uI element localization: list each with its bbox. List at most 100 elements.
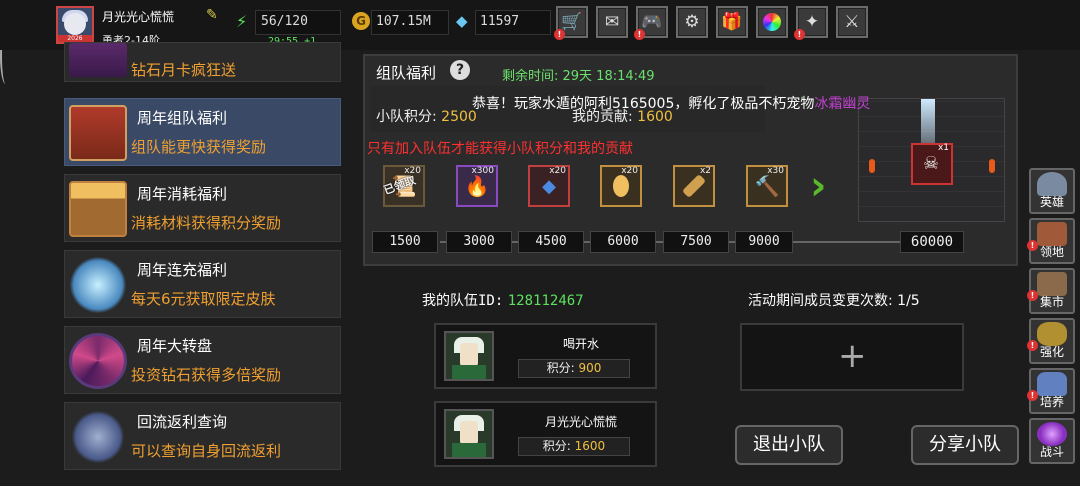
energy-box: 56/120 [255, 10, 341, 35]
mail-button[interactable]: ✉ [596, 6, 628, 38]
help-icon[interactable]: ? [450, 60, 470, 80]
rightbar-item-hero[interactable]: 英雄 [1029, 168, 1075, 214]
member-score-value: 1600 [574, 439, 606, 453]
member-score-label: 积分: [546, 361, 575, 375]
team-id-label: 我的队伍ID: [422, 293, 504, 309]
gems-value: 11597 [480, 14, 520, 29]
menu-item-subtitle: 组队能更快获得奖励 [131, 138, 267, 156]
edit-icon[interactable]: ✎ [206, 7, 222, 23]
menu-item-diamond-card[interactable]: 钻石月卡疯狂送 [64, 42, 341, 82]
alert-badge: ! [634, 29, 645, 40]
rightbar-label: 战斗 [1039, 445, 1064, 459]
gamepad-icon: 🎮 [641, 12, 663, 32]
rightbar-item-cultivate[interactable]: ! 培养 [1027, 368, 1075, 414]
milestone-value: 60000 [900, 231, 964, 253]
milestone-value: 7500 [663, 231, 729, 253]
reward-count: x30 [767, 166, 784, 176]
reward-item[interactable]: 🔨 x30 [746, 165, 788, 207]
team-member-card[interactable]: 月光光心慌慌 积分: 1600 [434, 401, 657, 467]
menu-item-wheel[interactable]: 周年大转盘 投资钻石获得多倍奖励 [64, 326, 341, 394]
broadcast-notice: 恭喜！玩家水遁的阿利5165005，孵化了极品不朽宠物冰霜幽灵 [472, 93, 870, 113]
member-changes-value: 1/5 [897, 293, 920, 309]
gear-icon: ⚙ [684, 12, 700, 32]
reward-item[interactable]: 🔥 x300 [456, 165, 498, 207]
grand-reward-image: x1 ☠ [858, 98, 1005, 222]
game-button[interactable]: 🎮! [634, 6, 668, 40]
portrait-body [452, 443, 486, 457]
leave-team-button[interactable]: 退出小队 [735, 425, 843, 465]
member-name: 喝开水 [562, 337, 599, 351]
rightbar-label: 强化 [1039, 345, 1064, 359]
settings-button[interactable]: ⚙ [676, 6, 708, 38]
shop-button[interactable]: 🛒! [554, 6, 588, 40]
team-score-label: 小队积分: [376, 109, 437, 125]
gold-coin-icon: G [352, 12, 370, 30]
grand-reward-item[interactable]: x1 ☠ [911, 143, 953, 185]
member-name: 月光光心慌慌 [544, 415, 617, 429]
player-name: 月光光心慌慌 [102, 10, 175, 24]
member-changes: 活动期间成员变更次数: 1/5 [748, 290, 920, 310]
player-avatar[interactable]: 2026 [56, 6, 94, 44]
rightbar-label: 培养 [1039, 395, 1064, 409]
add-member-icon[interactable]: + [838, 339, 867, 373]
avatar-badge: 2026 [58, 35, 92, 42]
battle-button[interactable]: ⚔ [836, 6, 868, 38]
share-team-button[interactable]: 分享小队 [911, 425, 1019, 465]
diamond-icon: ◆ [456, 12, 468, 30]
milestone-value: 1500 [372, 231, 438, 253]
hammer-icon: 🔨 [754, 174, 780, 198]
menu-item-return-rebate[interactable]: 回流返利查询 可以查询自身回流返利 [64, 402, 341, 470]
game-screen: 2026 月光光心慌慌 勇者2-14阶 ✎ ⚡ 56/120 29:55 +1 … [0, 0, 1080, 486]
member-portrait [444, 331, 494, 381]
menu-item-title: 周年消耗福利 [137, 185, 228, 203]
team-member-card[interactable]: 喝开水 积分: 900 [434, 323, 657, 389]
menu-item-recharge-welfare[interactable]: 周年连充福利 每天6元获取限定皮肤 [64, 250, 341, 318]
rightbar-item-battle[interactable]: 战斗 [1029, 418, 1075, 464]
grand-reward-count: x1 [937, 143, 949, 153]
reward-item[interactable]: x2 [673, 165, 715, 207]
rightbar-item-territory[interactable]: ! 领地 [1027, 218, 1075, 264]
rightbar-label: 集市 [1039, 295, 1064, 309]
panel-title: 组队福利 [376, 64, 437, 82]
menu-item-title: 周年连充福利 [137, 261, 228, 279]
member-score-value: 900 [578, 361, 602, 375]
notice-text: 恭喜！玩家水遁的阿利5165005，孵化了极品不朽宠物 [472, 96, 815, 112]
portrait-body [452, 365, 486, 379]
menu-item-title: 周年大转盘 [137, 337, 213, 355]
member-score: 积分: 900 [518, 359, 630, 378]
torch-icon [989, 159, 995, 173]
menu-item-team-welfare[interactable]: 周年组队福利 组队能更快获得奖励 [64, 98, 341, 166]
energy-value: 56/120 [261, 14, 308, 29]
gold-box: 107.15M [371, 10, 449, 35]
energy-icon: ⚡ [236, 12, 248, 31]
reward-item[interactable]: 📜 x20 已领取 [382, 165, 425, 207]
scroll-item-icon [681, 173, 707, 199]
gift-button[interactable]: 🎁 [716, 6, 748, 38]
reward-item[interactable]: x20 [600, 165, 642, 207]
reward-item[interactable]: ◆ x20 [528, 165, 570, 207]
team-score: 小队积分: 2500 [376, 106, 477, 126]
open-chest-icon [69, 181, 127, 237]
join-warning: 只有加入队伍才能获得小队积分和我的贡献 [367, 141, 633, 157]
gift-icon: 🎁 [721, 12, 743, 32]
remaining-time: 剩余时间: 29天 18:14:49 [502, 69, 655, 84]
color-wheel-button[interactable] [756, 6, 788, 38]
menu-item-subtitle: 钻石月卡疯狂送 [131, 61, 237, 79]
alert-badge: ! [554, 29, 565, 40]
reward-count: x20 [621, 166, 638, 176]
wand-button[interactable]: ✦! [794, 6, 828, 40]
torch-item-icon: 🔥 [464, 174, 490, 198]
rightbar-item-enhance[interactable]: ! 强化 [1027, 318, 1075, 364]
team-id: 我的队伍ID: 128112467 [422, 290, 584, 310]
rightbar-item-market[interactable]: ! 集市 [1027, 268, 1075, 314]
mail-icon: ✉ [604, 12, 620, 32]
cart-icon: 🛒 [561, 12, 583, 32]
menu-item-title: 回流返利查询 [137, 413, 228, 431]
member-score: 积分: 1600 [518, 437, 630, 456]
avatar-face [64, 13, 86, 35]
menu-item-consume-welfare[interactable]: 周年消耗福利 消耗材料获得积分奖励 [64, 174, 341, 242]
menu-item-subtitle: 每天6元获取限定皮肤 [131, 290, 276, 308]
next-arrow-icon[interactable]: › [810, 166, 836, 206]
rightbar-label: 领地 [1039, 245, 1064, 259]
menu-item-subtitle: 投资钻石获得多倍奖励 [131, 366, 282, 384]
